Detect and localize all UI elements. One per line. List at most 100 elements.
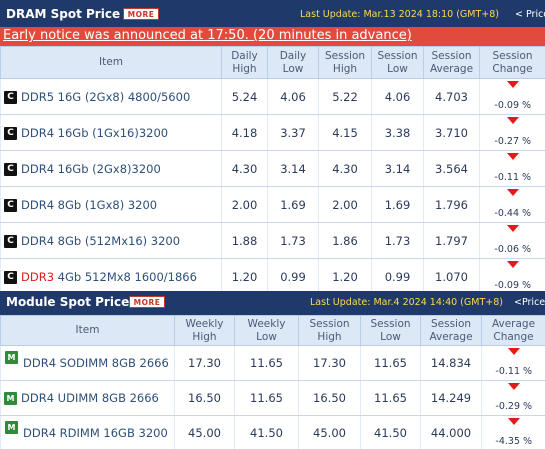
dram-section-title: DRAM Spot Price [6,7,121,21]
row-item-link[interactable]: DDR5 16G (2Gx8) 4800/5600 [21,90,190,104]
col-header-session-low[interactable]: Session Low [360,315,421,346]
cell-session-average: 14.834 [420,345,482,381]
change-percent: -0.06 % [494,244,532,255]
change-percent: -0.11 % [494,172,532,183]
cell-session-low: 11.65 [360,345,421,381]
cell-average-change: -0.29 % [481,380,545,416]
row-item-link[interactable]: DDR4 RDIMM 16GB 3200 [4,426,168,441]
early-notice-link[interactable]: Early notice was announced at 17:50. (20… [3,28,412,43]
row-item-link[interactable]: DDR4 16Gb (2Gx8)3200 [21,162,161,176]
row-item-prefix[interactable]: DDR3 [21,270,54,284]
cell-session-high: 5.22 [318,78,372,115]
col-header-item[interactable]: Item [0,46,222,79]
row-item-link[interactable]: DDR4 16Gb (1Gx16)3200 [21,126,168,140]
table-row: M DDR4 SODIMM 8GB 2666 17.30 11.65 17.30 … [0,345,545,381]
col-header-daily-high[interactable]: Daily High [221,46,268,79]
col-header-session-low[interactable]: Session Low [371,46,424,79]
down-triangle-icon [507,418,520,425]
row-item-cell: C DDR5 16G (2Gx8) 4800/5600 [0,78,222,115]
module-icon: M [5,351,18,364]
change-percent: -0.09 % [494,280,532,291]
cell-daily-high: 2.00 [221,186,268,223]
cell-session-low: 1.69 [371,186,424,223]
row-item-link[interactable]: 4Gb 512Mx8 1600/1866 [54,270,197,284]
table-row: C DDR4 8Gb (512Mx16) 3200 1.88 1.73 1.86 … [0,222,545,259]
dram-update-value: Mar.13 2024 18:10 (GMT+8) [363,9,500,20]
chip-icon: C [4,162,17,176]
down-triangle-icon [506,153,519,160]
dram-more-button[interactable]: MORE [123,8,159,20]
down-triangle-icon [506,81,519,88]
cell-daily-low: 4.06 [267,78,319,115]
cell-daily-high: 1.20 [221,258,268,295]
module-more-button[interactable]: MORE [129,296,165,308]
row-item-cell: M DDR4 SODIMM 8GB 2666 [0,345,175,381]
chip-icon: C [4,198,17,212]
table-row: C DDR4 8Gb (1Gx8) 3200 2.00 1.69 2.00 1.6… [0,186,545,223]
col-header-daily-low[interactable]: Daily Low [267,46,319,79]
down-triangle-icon [507,348,520,355]
col-header-session-change[interactable]: Session Change [479,46,545,79]
col-header-session-high[interactable]: Session High [298,315,361,346]
row-item-cell: C DDR4 8Gb (512Mx16) 3200 [0,222,222,259]
cell-session-average: 3.564 [423,150,480,187]
change-percent: -0.29 % [495,401,533,412]
cell-average-change: -0.11 % [481,345,545,381]
cell-session-low: 3.38 [371,114,424,151]
col-header-weekly-high[interactable]: Weekly High [174,315,235,346]
cell-daily-low: 0.99 [267,258,319,295]
table-row: C DDR4 16Gb (1Gx16)3200 4.18 3.37 4.15 3.… [0,114,545,151]
cell-weekly-low: 11.65 [234,345,299,381]
change-percent: -0.09 % [494,100,532,111]
cell-session-high: 17.30 [298,345,361,381]
cell-session-low: 41.50 [360,415,421,449]
change-percent: -0.11 % [495,366,533,377]
chip-icon: C [4,234,17,248]
down-triangle-icon [506,117,519,124]
change-percent: -4.35 % [495,436,533,447]
col-header-session-average[interactable]: Session Average [420,315,482,346]
cell-daily-high: 1.88 [221,222,268,259]
col-header-item[interactable]: Item [0,315,175,346]
col-header-average-change[interactable]: Average Change [481,315,545,346]
chip-icon: C [4,270,17,284]
module-header-bar: Module Spot Price MORE Last Update: Mar.… [0,291,545,315]
table-row: C DDR3 4Gb 512Mx8 1600/1866 1.20 0.99 1.2… [0,258,545,295]
cell-session-average: 4.703 [423,78,480,115]
dram-prev-link[interactable]: < Prices [515,9,545,20]
down-triangle-icon [506,261,519,268]
table-row: M DDR4 RDIMM 16GB 3200 45.00 41.50 45.00 … [0,415,545,449]
table-row: C DDR5 16G (2Gx8) 4800/5600 5.24 4.06 5.2… [0,78,545,115]
cell-average-change: -4.35 % [481,415,545,449]
cell-session-average: 1.070 [423,258,480,295]
row-item-link[interactable]: DDR4 8Gb (1Gx8) 3200 [21,198,157,212]
cell-session-change: -0.44 % [479,186,545,223]
cell-weekly-high: 45.00 [174,415,235,449]
cell-daily-high: 4.18 [221,114,268,151]
cell-session-high: 1.86 [318,222,372,259]
col-header-session-high[interactable]: Session High [318,46,372,79]
row-item-link[interactable]: DDR4 SODIMM 8GB 2666 [4,356,169,371]
cell-session-change: -0.06 % [479,222,545,259]
cell-session-high: 1.20 [318,258,372,295]
cell-session-low: 3.14 [371,150,424,187]
row-item-link[interactable]: DDR4 8Gb (512Mx16) 3200 [21,234,180,248]
chip-icon: C [4,90,17,104]
cell-session-low: 4.06 [371,78,424,115]
cell-session-low: 11.65 [360,380,421,416]
dram-price-table: Item Daily High Daily Low Session High S… [0,46,545,295]
row-item-cell: C DDR4 16Gb (1Gx16)3200 [0,114,222,151]
cell-session-high: 4.15 [318,114,372,151]
module-prev-link[interactable]: <Price [514,297,545,308]
dram-header-bar: DRAM Spot Price MORE Last Update: Mar.13… [0,0,545,27]
row-item-link[interactable]: DDR4 UDIMM 8GB 2666 [21,391,159,405]
change-percent: -0.44 % [494,208,532,219]
down-triangle-icon [507,383,520,390]
col-header-weekly-low[interactable]: Weekly Low [234,315,299,346]
cell-daily-low: 1.73 [267,222,319,259]
col-header-session-average[interactable]: Session Average [423,46,480,79]
cell-session-average: 1.797 [423,222,480,259]
row-item-cell: M DDR4 RDIMM 16GB 3200 [0,415,175,449]
cell-weekly-high: 17.30 [174,345,235,381]
cell-session-high: 4.30 [318,150,372,187]
